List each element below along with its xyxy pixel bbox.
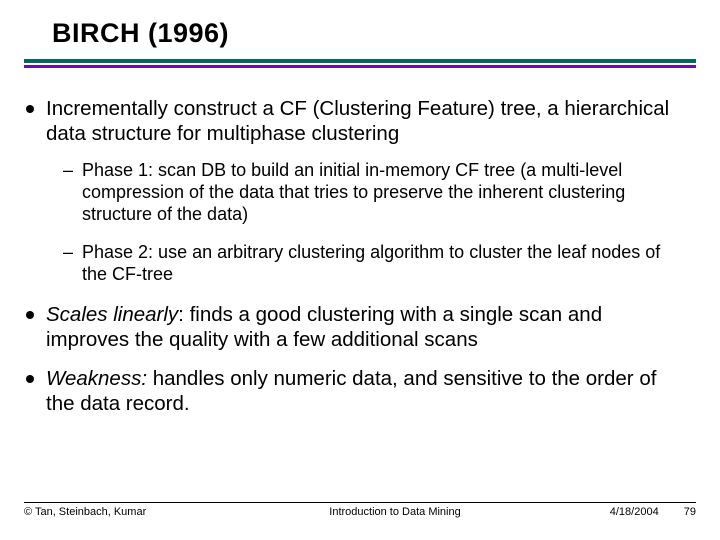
- bullet-3: Weakness: handles only numeric data, and…: [24, 366, 690, 416]
- footer-right: 4/18/2004 79: [566, 506, 696, 518]
- bullet-icon: [26, 375, 34, 383]
- dash-icon: –: [62, 242, 74, 264]
- footer-rule: [24, 502, 696, 503]
- footer-date: 4/18/2004: [610, 506, 659, 518]
- bullet-1-sub-1-text: Phase 1: scan DB to build an initial in-…: [82, 160, 690, 226]
- footer-left: © Tan, Steinbach, Kumar: [24, 506, 224, 518]
- footer-mid: Introduction to Data Mining: [224, 506, 566, 518]
- rule-top: [24, 59, 696, 63]
- bullet-icon: [26, 311, 34, 319]
- bullet-2-text: Scales linearly: finds a good clustering…: [46, 302, 690, 352]
- bullet-2-lead: Scales linearly: [46, 303, 178, 326]
- bullet-2: Scales linearly: finds a good clustering…: [24, 302, 690, 352]
- dash-icon: –: [62, 160, 74, 182]
- title-underline: [24, 59, 696, 68]
- slide-footer: © Tan, Steinbach, Kumar Introduction to …: [24, 502, 696, 518]
- bullet-1-sub-2: – Phase 2: use an arbitrary clustering a…: [62, 242, 690, 286]
- slide-title: BIRCH (1996): [52, 18, 696, 49]
- bullet-icon: [26, 105, 34, 113]
- rule-bottom: [24, 65, 696, 68]
- footer-row: © Tan, Steinbach, Kumar Introduction to …: [24, 506, 696, 518]
- footer-page: 79: [684, 506, 696, 518]
- bullet-1-sub-1: – Phase 1: scan DB to build an initial i…: [62, 160, 690, 226]
- bullet-1-text: Incrementally construct a CF (Clustering…: [46, 96, 690, 146]
- bullet-1: Incrementally construct a CF (Clustering…: [24, 96, 690, 146]
- bullet-3-lead: Weakness:: [46, 367, 147, 390]
- slide-body: Incrementally construct a CF (Clustering…: [24, 96, 696, 416]
- slide: BIRCH (1996) Incrementally construct a C…: [0, 0, 720, 540]
- bullet-1-sub-2-text: Phase 2: use an arbitrary clustering alg…: [82, 242, 690, 286]
- bullet-3-text: Weakness: handles only numeric data, and…: [46, 366, 690, 416]
